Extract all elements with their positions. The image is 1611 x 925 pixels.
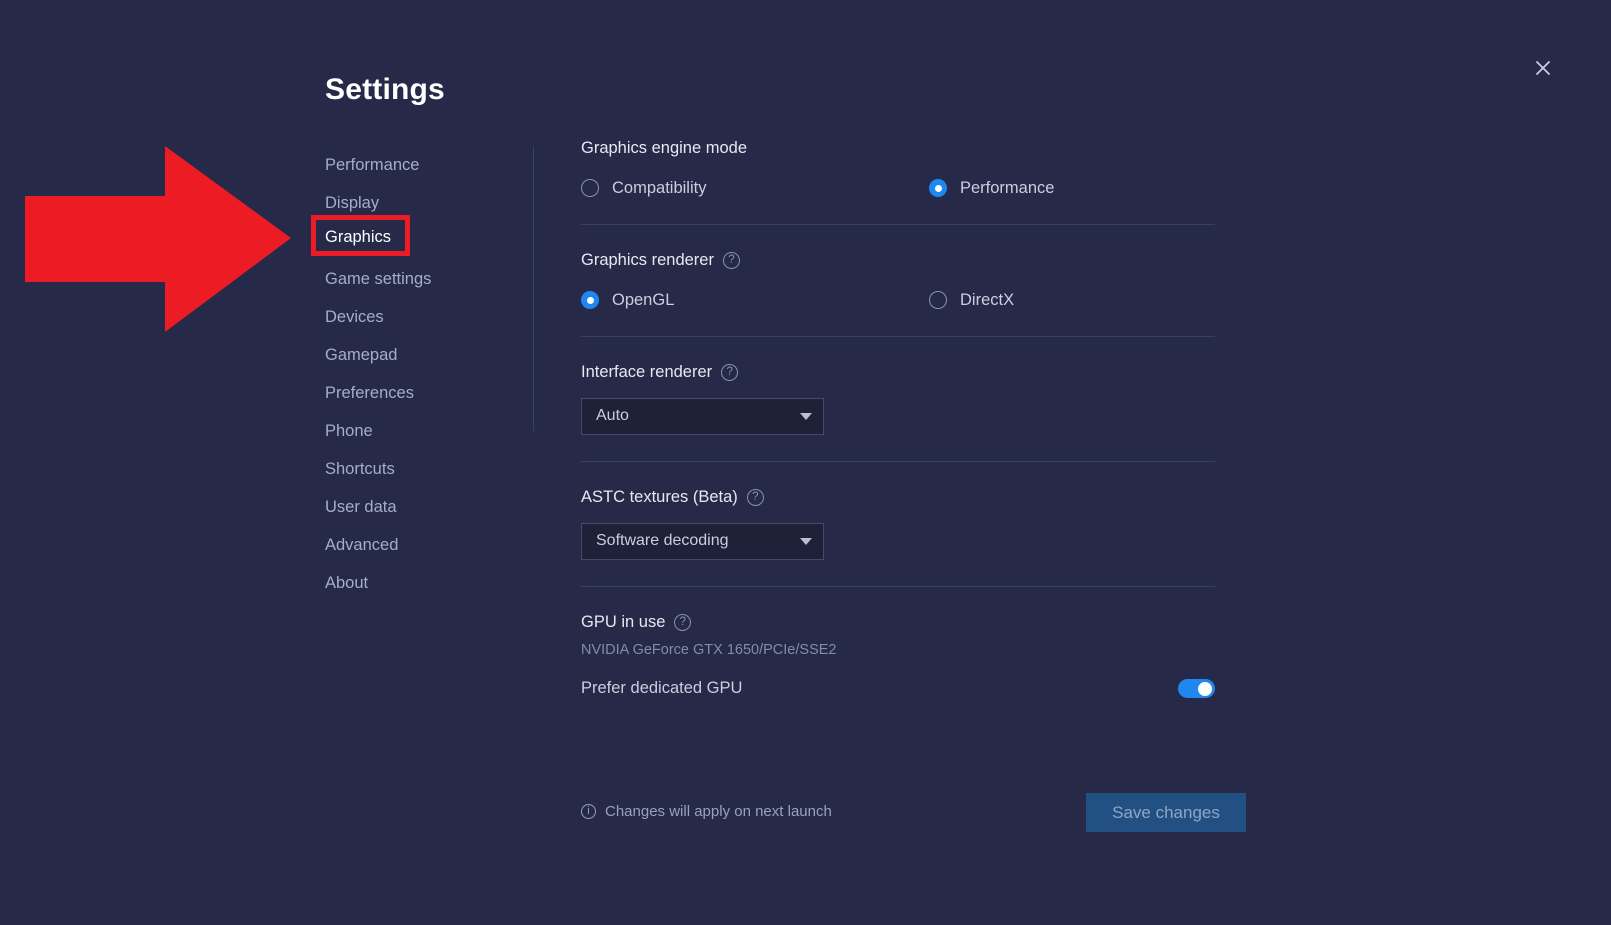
page-title: Settings [325,73,445,107]
graphics-renderer-title: Graphics renderer [581,252,714,269]
radio-directx[interactable]: DirectX [929,291,1014,310]
radio-label: OpenGL [612,291,674,310]
sidebar-item-graphics[interactable]: Graphics [325,222,525,260]
dropdown-value: Auto [596,408,800,424]
sidebar-item-preferences[interactable]: Preferences [325,374,525,412]
engine-mode-section: Graphics engine mode Compatibility Perfo… [581,140,1215,225]
sidebar-item-label: Graphics [325,229,391,253]
sidebar-item-phone[interactable]: Phone [325,412,525,450]
help-circle-icon[interactable]: ? [723,252,740,269]
help-circle-icon[interactable]: ? [721,364,738,381]
sidebar-divider [533,146,534,431]
radio-circle-icon [581,179,599,197]
astc-textures-section: ASTC textures (Beta) ? Software decoding [581,489,1215,587]
sidebar-item-performance[interactable]: Performance [325,146,525,184]
sidebar-item-label: Shortcuts [325,461,395,478]
radio-label: Performance [960,179,1054,198]
interface-renderer-label: Interface renderer ? [581,364,1215,381]
sidebar-item-advanced[interactable]: Advanced [325,526,525,564]
prefer-dedicated-gpu-label: Prefer dedicated GPU [581,680,742,697]
sidebar-item-shortcuts[interactable]: Shortcuts [325,450,525,488]
astc-textures-label: ASTC textures (Beta) ? [581,489,1215,506]
radio-selected-icon [581,291,599,309]
sidebar-item-label: Gamepad [325,347,397,364]
sidebar-item-about[interactable]: About [325,564,525,602]
footer-note-text: Changes will apply on next launch [605,803,832,820]
gpu-label: GPU in use ? [581,614,1215,631]
astc-textures-dropdown[interactable]: Software decoding [581,523,824,560]
footer-note: i Changes will apply on next launch [581,803,832,820]
sidebar-item-label: Preferences [325,385,414,402]
close-button[interactable] [1525,50,1561,86]
radio-selected-icon [929,179,947,197]
sidebar-item-label: Display [325,195,379,212]
engine-mode-label: Graphics engine mode [581,140,1215,157]
sidebar-item-label: Game settings [325,271,431,288]
chevron-down-icon [800,538,812,545]
engine-mode-options: Compatibility Performance [581,179,1215,198]
toggle-knob [1198,682,1212,696]
sidebar-item-label: Phone [325,423,373,440]
sidebar-item-user-data[interactable]: User data [325,488,525,526]
dropdown-value: Software decoding [596,533,800,549]
settings-sidebar: Performance Display Graphics Game settin… [325,146,525,602]
sidebar-item-gamepad[interactable]: Gamepad [325,336,525,374]
radio-opengl[interactable]: OpenGL [581,291,929,310]
radio-performance[interactable]: Performance [929,179,1054,198]
sidebar-item-display[interactable]: Display [325,184,525,222]
section-divider [581,336,1215,337]
graphics-renderer-section: Graphics renderer ? OpenGL DirectX [581,252,1215,337]
settings-window: Settings Performance Display Graphics Ga… [0,0,1611,925]
section-divider [581,224,1215,225]
help-circle-icon[interactable]: ? [674,614,691,631]
help-circle-icon[interactable]: ? [747,489,764,506]
graphics-renderer-label: Graphics renderer ? [581,252,1215,269]
interface-renderer-dropdown[interactable]: Auto [581,398,824,435]
graphics-renderer-options: OpenGL DirectX [581,291,1215,310]
annotation-arrow [25,140,295,340]
sidebar-item-label: Performance [325,157,419,174]
prefer-dedicated-gpu-row: Prefer dedicated GPU [581,679,1215,698]
chevron-down-icon [800,413,812,420]
sidebar-item-label: Devices [325,309,384,326]
info-circle-icon: i [581,804,596,819]
sidebar-item-label: Advanced [325,537,398,554]
section-divider [581,586,1215,587]
gpu-title: GPU in use [581,614,665,631]
sidebar-item-label: User data [325,499,397,516]
interface-renderer-title: Interface renderer [581,364,712,381]
radio-label: DirectX [960,291,1014,310]
close-icon [1533,58,1553,78]
gpu-section: GPU in use ? NVIDIA GeForce GTX 1650/PCI… [581,614,1215,699]
gpu-name-value: NVIDIA GeForce GTX 1650/PCIe/SSE2 [581,643,1215,658]
sidebar-item-devices[interactable]: Devices [325,298,525,336]
radio-label: Compatibility [612,179,706,198]
graphics-settings-panel: Graphics engine mode Compatibility Perfo… [581,140,1215,698]
interface-renderer-section: Interface renderer ? Auto [581,364,1215,462]
save-changes-button[interactable]: Save changes [1086,793,1246,832]
engine-mode-title: Graphics engine mode [581,140,747,157]
sidebar-item-game-settings[interactable]: Game settings [325,260,525,298]
radio-circle-icon [929,291,947,309]
astc-textures-title: ASTC textures (Beta) [581,489,738,506]
radio-compatibility[interactable]: Compatibility [581,179,929,198]
prefer-dedicated-gpu-toggle[interactable] [1178,679,1215,698]
sidebar-item-label: About [325,575,368,592]
section-divider [581,461,1215,462]
